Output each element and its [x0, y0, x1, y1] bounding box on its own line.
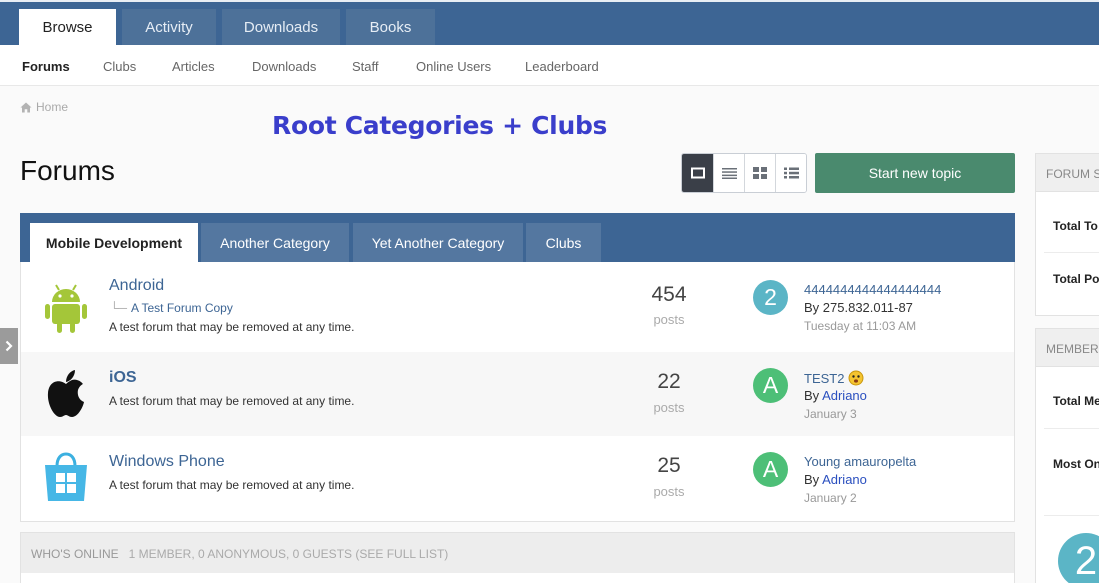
member-stats-title: MEMBER S: [1046, 342, 1099, 356]
post-count: 22: [657, 370, 681, 393]
forum-name[interactable]: iOS: [109, 369, 137, 387]
last-post-date: Tuesday at 11:03 AM: [804, 319, 917, 333]
last-post-author: By 275.832.011-87: [804, 300, 913, 315]
android-icon: [45, 284, 87, 333]
tab-activity[interactable]: Activity: [122, 9, 216, 45]
table-view-icon[interactable]: [713, 154, 744, 192]
forum-stats-widget: FORUM ST Total To Total Po: [1035, 153, 1099, 316]
post-count: 25: [657, 454, 681, 477]
avatar[interactable]: 2: [753, 280, 788, 315]
forum-row-android: Android └─ A Test Forum Copy A test forum…: [21, 262, 1014, 352]
avatar[interactable]: A: [753, 368, 788, 403]
view-mode-switcher: [681, 153, 807, 193]
author-link[interactable]: Adriano: [822, 472, 867, 487]
last-post-title[interactable]: 4444444444444444444: [804, 282, 941, 297]
whos-online-header: WHO'S ONLINE 1 MEMBER, 0 ANONYMOUS, 0 GUE…: [31, 547, 448, 561]
tab-another-category[interactable]: Another Category: [201, 223, 349, 262]
stat-most-online: Most On: [1053, 457, 1099, 471]
member-stats-header: MEMBER S: [1036, 329, 1099, 367]
subnav-forums[interactable]: Forums: [22, 59, 70, 74]
main-nav-bar: Browse Activity Downloads Books: [0, 0, 1099, 45]
subforum-name[interactable]: A Test Forum Copy: [131, 301, 233, 315]
home-icon: [20, 102, 32, 112]
whos-online-title: WHO'S ONLINE: [31, 547, 119, 561]
last-post-title[interactable]: Young amauropelta: [804, 454, 916, 469]
forum-row-ios: iOS A test forum that may be removed at …: [21, 352, 1014, 436]
last-post-author: By Adriano: [804, 472, 867, 487]
secondary-nav: Forums Clubs Articles Downloads Staff On…: [0, 45, 1099, 86]
tab-yet-another-category[interactable]: Yet Another Category: [353, 223, 523, 262]
subnav-leaderboard[interactable]: Leaderboard: [525, 59, 599, 74]
emoji-icon: [848, 370, 864, 386]
tab-books[interactable]: Books: [346, 9, 435, 45]
windows-store-icon: [45, 452, 87, 501]
whos-online-body: [21, 573, 1014, 583]
by-prefix: By: [804, 388, 820, 403]
breadcrumb[interactable]: Home: [20, 100, 68, 114]
whos-online-summary[interactable]: 1 MEMBER, 0 ANONYMOUS, 0 GUESTS (SEE FUL…: [129, 547, 449, 561]
forum-list: Android └─ A Test Forum Copy A test forum…: [20, 262, 1015, 522]
post-count-label: posts: [653, 312, 685, 327]
tab-downloads[interactable]: Downloads: [222, 9, 340, 45]
forum-row-windows-phone: Windows Phone A test forum that may be r…: [21, 436, 1014, 522]
annotation-caption: Root Categories + Clubs: [272, 111, 608, 140]
page-title: Forums: [20, 155, 115, 186]
last-post-date: January 2: [804, 491, 857, 505]
subnav-online-users[interactable]: Online Users: [416, 59, 491, 74]
list-view-icon[interactable]: [775, 154, 806, 192]
category-tab-bar: Mobile Development Another Category Yet …: [20, 213, 1015, 262]
subforum-link[interactable]: └─ A Test Forum Copy: [110, 301, 233, 315]
post-count-label: posts: [653, 400, 685, 415]
post-count: 454: [651, 283, 687, 306]
apple-icon: [47, 370, 84, 417]
last-post-author: By Adriano: [804, 388, 867, 403]
whos-online-panel: WHO'S ONLINE 1 MEMBER, 0 ANONYMOUS, 0 GUE…: [20, 532, 1015, 583]
last-post-date: January 3: [804, 407, 857, 421]
subnav-articles[interactable]: Articles: [172, 59, 215, 74]
divider: [1044, 515, 1099, 516]
breadcrumb-home-label[interactable]: Home: [36, 100, 68, 114]
start-new-topic-button[interactable]: Start new topic: [815, 153, 1015, 193]
subnav-downloads[interactable]: Downloads: [252, 59, 316, 74]
forum-stats-header: FORUM ST: [1036, 154, 1099, 192]
forum-description: A test forum that may be removed at any …: [109, 478, 355, 492]
divider: [1044, 428, 1099, 429]
stat-total-posts: Total Po: [1053, 272, 1099, 286]
forum-stats-title: FORUM ST: [1046, 167, 1099, 181]
subnav-staff[interactable]: Staff: [352, 59, 379, 74]
sidebar-toggle[interactable]: [0, 328, 18, 364]
subforum-arrow-icon: └─: [110, 301, 128, 315]
last-post-title[interactable]: TEST2: [804, 370, 864, 386]
forum-description: A test forum that may be removed at any …: [109, 320, 355, 334]
tab-clubs[interactable]: Clubs: [526, 223, 601, 262]
subnav-clubs[interactable]: Clubs: [103, 59, 136, 74]
author-link[interactable]: Adriano: [822, 388, 867, 403]
fluid-view-icon[interactable]: [682, 154, 713, 192]
tab-mobile-development[interactable]: Mobile Development: [30, 223, 198, 262]
stat-total-members: Total Me: [1053, 394, 1099, 408]
tab-browse[interactable]: Browse: [19, 9, 116, 45]
top-edge: [0, 0, 1099, 2]
post-count-label: posts: [653, 484, 685, 499]
last-post-title-text[interactable]: TEST2: [804, 371, 844, 386]
forum-description: A test forum that may be removed at any …: [109, 394, 355, 408]
forum-name[interactable]: Android: [109, 277, 164, 295]
divider: [1044, 252, 1099, 253]
avatar[interactable]: A: [753, 452, 788, 487]
grid-view-icon[interactable]: [744, 154, 775, 192]
chevron-right-icon: [5, 340, 13, 352]
forum-name[interactable]: Windows Phone: [109, 453, 225, 471]
by-prefix: By: [804, 472, 820, 487]
stat-total-topics: Total To: [1053, 219, 1098, 233]
